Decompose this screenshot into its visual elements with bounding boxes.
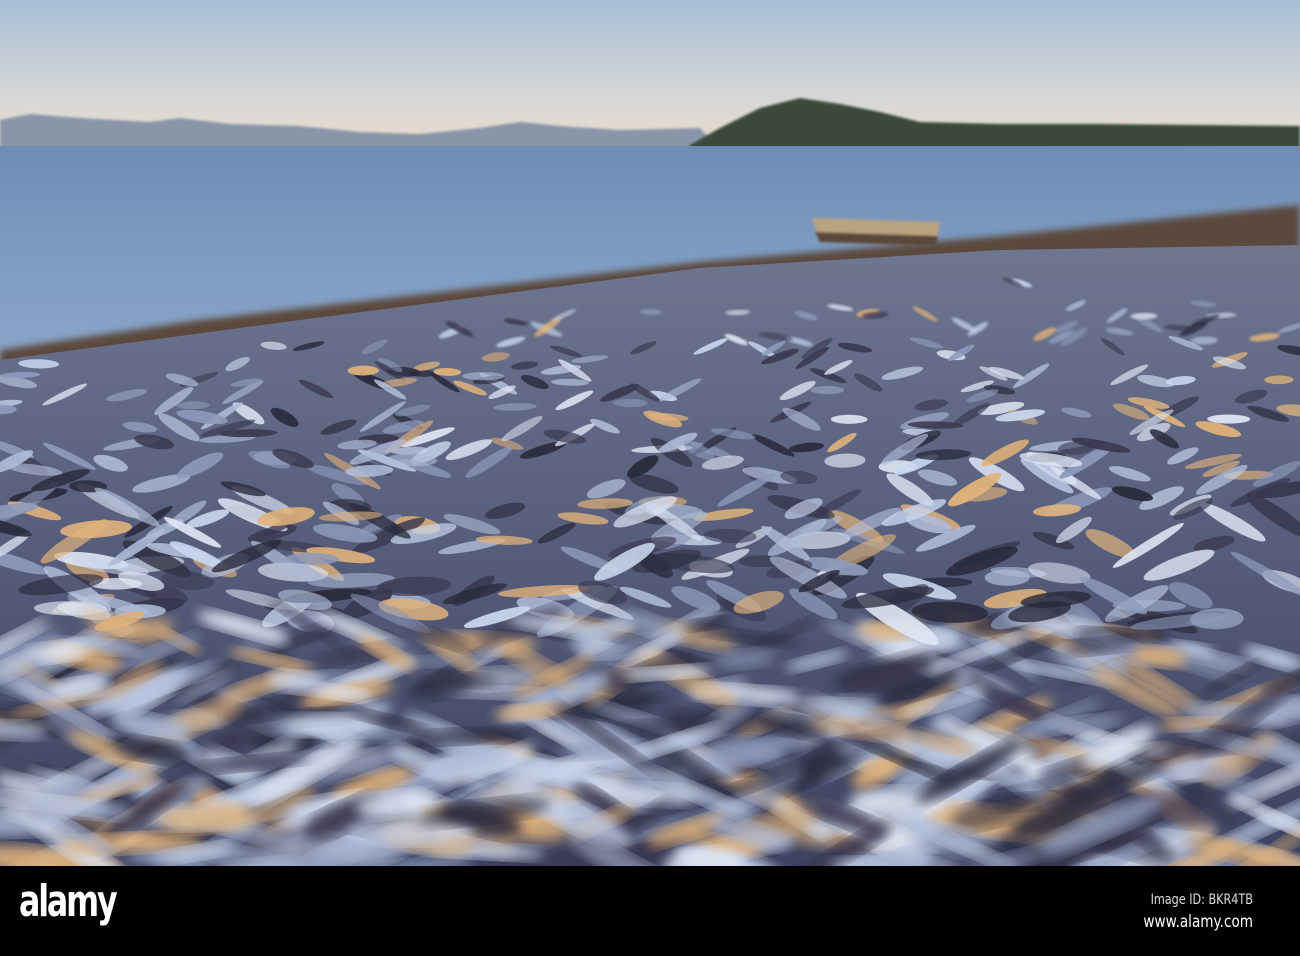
- fish-shape: [830, 414, 868, 424]
- photo-stage: alamy Image ID: BKR4TB www.alamy.com: [0, 0, 1300, 956]
- website-text: www.alamy.com: [1143, 912, 1253, 932]
- fish-shape: [984, 569, 1030, 586]
- alamy-logo: alamy: [19, 876, 118, 927]
- fish-on-shore-photo: [0, 0, 1300, 866]
- image-id-text: Image ID: BKR4TB: [1150, 892, 1253, 908]
- watermark-bar: alamy Image ID: BKR4TB www.alamy.com: [0, 866, 1300, 956]
- boat: [812, 218, 940, 246]
